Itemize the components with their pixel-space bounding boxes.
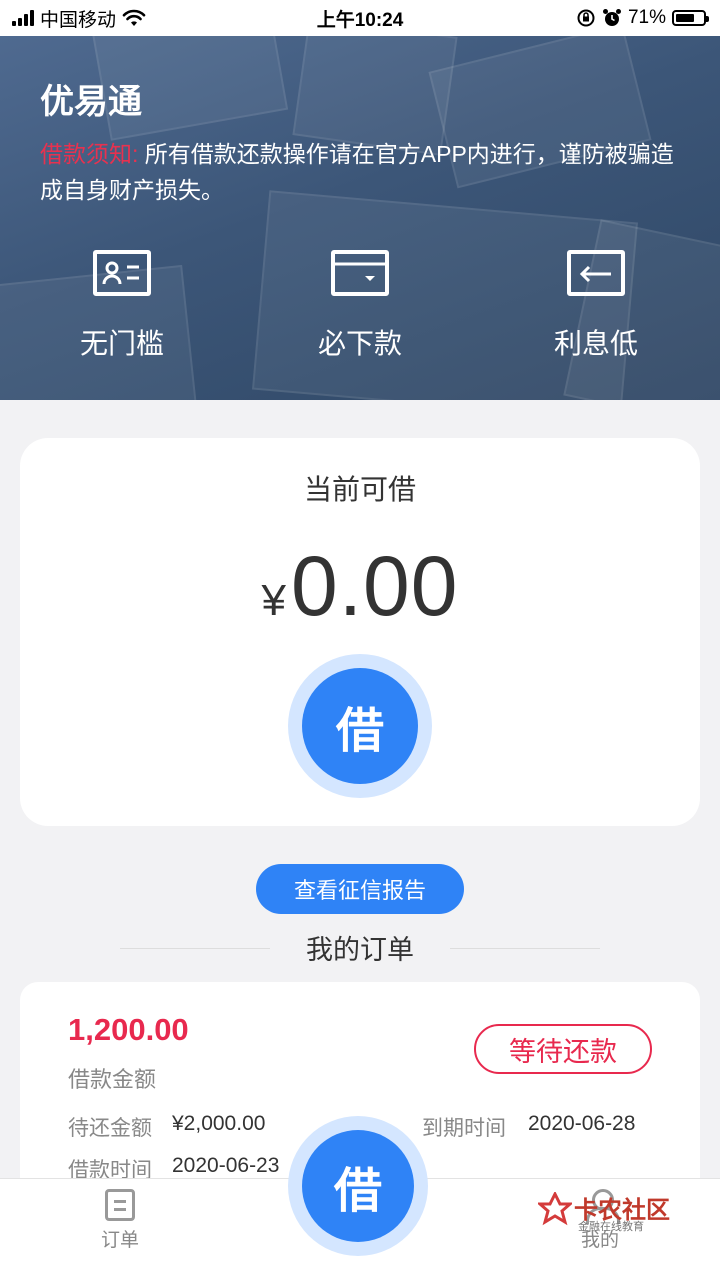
return-arrow-icon	[567, 250, 625, 296]
available-credit-amount: ¥0.00	[20, 538, 700, 635]
watermark-logo-icon	[538, 1192, 572, 1226]
order-status-badge[interactable]: 等待还款	[474, 1024, 652, 1074]
order-amount: 1,200.00	[68, 1012, 189, 1047]
id-card-icon	[93, 250, 151, 296]
loan-notice: 借款须知: 所有借款还款操作请在官方APP内进行，谨防被骗造成自身财产损失。	[40, 136, 680, 208]
due-date-value: 2020-06-28	[528, 1112, 636, 1135]
status-bar: 中国移动 上午10:24 71%	[0, 0, 720, 36]
amount-value: 0.00	[290, 539, 459, 633]
orders-title: 我的订单	[306, 935, 414, 965]
tab-borrow-button[interactable]: 借	[288, 1116, 428, 1256]
status-left: 中国移动	[12, 5, 146, 32]
currency-symbol: ¥	[261, 576, 287, 625]
rotation-lock-icon	[577, 9, 595, 27]
feature-label: 无门槛	[79, 328, 164, 359]
alarm-icon	[602, 9, 621, 26]
status-right: 71%	[576, 7, 709, 29]
hero-banner: 优易通 借款须知: 所有借款还款操作请在官方APP内进行，谨防被骗造成自身财产损…	[0, 36, 720, 400]
battery-icon	[672, 10, 709, 26]
feature-low-interest: 利息低	[496, 250, 696, 362]
available-credit-caption: 当前可借	[303, 474, 416, 505]
battery-percent: 71%	[627, 7, 666, 28]
orders-section: 我的订单	[0, 928, 720, 967]
due-date-label: 到期时间	[422, 1117, 506, 1140]
borrow-button[interactable]: 借	[288, 654, 432, 798]
feature-guaranteed: 必下款	[260, 250, 460, 362]
tab-orders[interactable]: 订单	[60, 1189, 180, 1252]
divider-left	[120, 948, 270, 949]
bank-card-icon	[331, 250, 389, 296]
borrow-time-value: 2020-06-23	[172, 1154, 280, 1177]
feature-no-threshold: 无门槛	[22, 250, 222, 362]
borrow-button-label: 借	[302, 668, 418, 784]
tab-borrow-label: 借	[302, 1130, 414, 1242]
divider-right	[450, 948, 600, 949]
battery-fill	[676, 14, 695, 22]
feature-label: 利息低	[553, 328, 638, 359]
orders-icon	[105, 1189, 135, 1221]
watermark: 卡农社区 金融在线教育	[538, 1188, 678, 1236]
tab-orders-label: 订单	[100, 1230, 139, 1251]
order-amount-label: 借款金额	[68, 1067, 157, 1092]
pending-amount-value: ¥2,000.00	[172, 1112, 266, 1135]
loan-notice-tag: 借款须知:	[40, 141, 139, 167]
wifi-icon	[122, 9, 146, 26]
pending-amount-label: 待还金额	[68, 1117, 152, 1140]
watermark-subtext: 金融在线教育	[578, 1221, 644, 1233]
feature-label: 必下款	[317, 328, 402, 359]
available-credit-card: 当前可借 ¥0.00 借	[20, 438, 700, 826]
signal-icon	[12, 10, 34, 26]
credit-report-button[interactable]: 查看征信报告	[256, 864, 464, 914]
carrier-name: 中国移动	[40, 9, 117, 31]
app-title: 优易通	[40, 83, 142, 121]
